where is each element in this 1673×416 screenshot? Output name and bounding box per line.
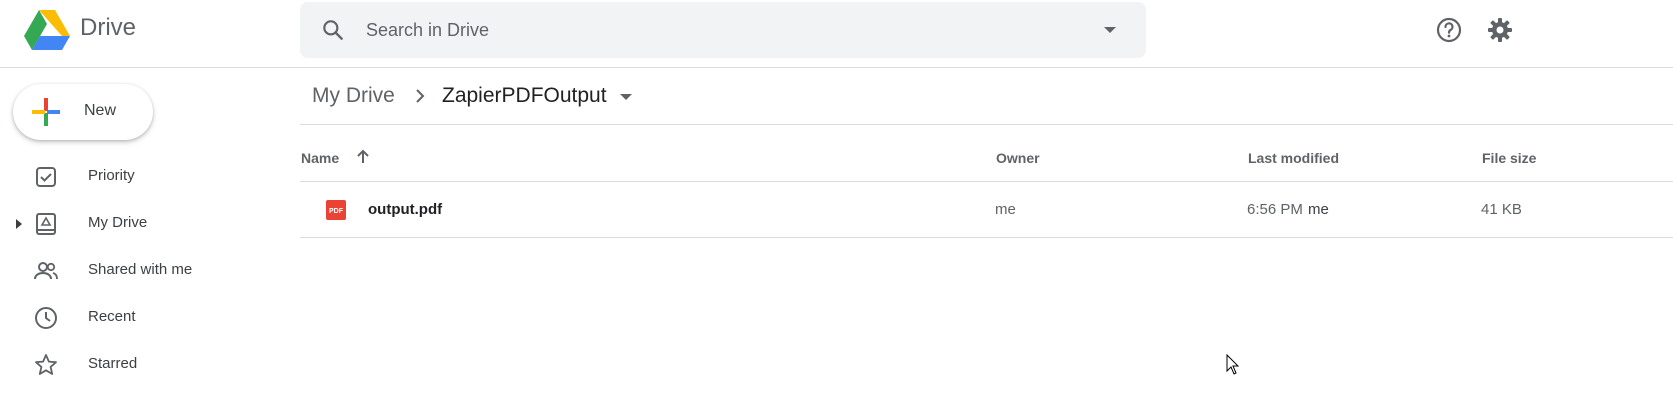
breadcrumb-root[interactable]: My Drive	[312, 84, 395, 108]
file-modified-time: 6:56 PM	[1247, 201, 1303, 218]
drive-logo-icon[interactable]	[24, 10, 70, 50]
recent-icon	[33, 305, 59, 331]
breadcrumb-divider	[300, 124, 1673, 125]
expand-arrow-icon[interactable]	[14, 217, 24, 229]
sidebar-item-label: Shared with me	[88, 261, 193, 278]
priority-icon	[33, 164, 59, 190]
pdf-file-icon: PDF	[326, 200, 346, 220]
my-drive-icon	[33, 211, 59, 237]
sidebar-item-label: Recent	[88, 308, 136, 325]
file-size: 41 KB	[1481, 201, 1522, 218]
sidebar-item-shared-with-me[interactable]: Shared with me	[0, 250, 290, 290]
sidebar-item-label: Starred	[88, 355, 138, 372]
sidebar-item-priority[interactable]: Priority	[0, 156, 290, 196]
pdf-icon-text: PDF	[329, 208, 344, 215]
table-row[interactable]	[300, 182, 1673, 237]
sidebar-item-label: Priority	[88, 167, 135, 184]
row-divider	[300, 237, 1673, 238]
file-name[interactable]: output.pdf	[368, 201, 442, 218]
shared-icon	[33, 258, 59, 284]
file-modified-by: me	[1308, 201, 1329, 218]
column-header-name[interactable]: Name	[301, 150, 339, 166]
help-icon[interactable]	[1434, 15, 1464, 45]
chevron-down-icon[interactable]	[617, 88, 635, 106]
header-divider	[0, 67, 1673, 68]
sidebar-item-recent[interactable]: Recent	[0, 297, 290, 337]
column-header-last-modified[interactable]: Last modified	[1248, 150, 1339, 166]
search-input[interactable]	[366, 18, 1066, 42]
sort-ascending-icon[interactable]	[354, 148, 372, 166]
chevron-right-icon	[410, 86, 430, 106]
mouse-cursor-icon	[1226, 353, 1240, 376]
star-icon	[33, 352, 59, 378]
column-header-file-size[interactable]: File size	[1482, 150, 1536, 166]
plus-icon	[30, 96, 62, 128]
new-button-label: New	[84, 102, 117, 119]
search-icon[interactable]	[320, 17, 346, 43]
app-name[interactable]: Drive	[80, 14, 136, 42]
sidebar-item-starred[interactable]: Starred	[0, 344, 290, 384]
column-header-owner[interactable]: Owner	[996, 150, 1040, 166]
sidebar-item-my-drive[interactable]: My Drive	[0, 203, 290, 243]
breadcrumb-current[interactable]: ZapierPDFOutput	[442, 84, 607, 108]
search-options-icon[interactable]	[1100, 20, 1120, 40]
sidebar-item-label: My Drive	[88, 214, 148, 231]
file-owner: me	[995, 201, 1016, 218]
gear-icon[interactable]	[1485, 15, 1515, 45]
